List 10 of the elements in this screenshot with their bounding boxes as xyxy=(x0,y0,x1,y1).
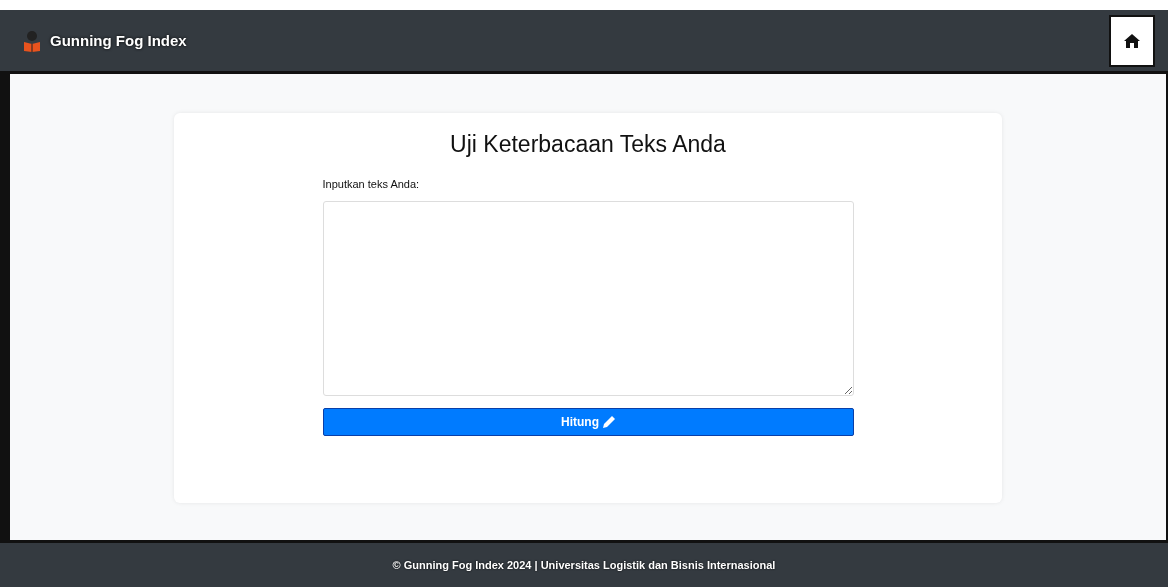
calculate-button[interactable]: Hitung xyxy=(322,408,854,436)
text-label: Inputkan teks Anda: xyxy=(322,178,421,190)
text-input-field[interactable] xyxy=(322,201,854,396)
reader-logo-icon xyxy=(22,29,42,52)
home-button[interactable] xyxy=(1109,14,1155,67)
pencil-icon xyxy=(603,416,615,428)
home-icon xyxy=(1124,33,1140,48)
footer-text: © Gunning Fog Index 2024 | Universitas Logistik dan Bisnis Internasional xyxy=(392,559,776,571)
card-title: Uji Keterbacaan Teks Anda xyxy=(450,131,726,158)
brand-title[interactable]: Gunning Fog Index xyxy=(50,32,187,49)
